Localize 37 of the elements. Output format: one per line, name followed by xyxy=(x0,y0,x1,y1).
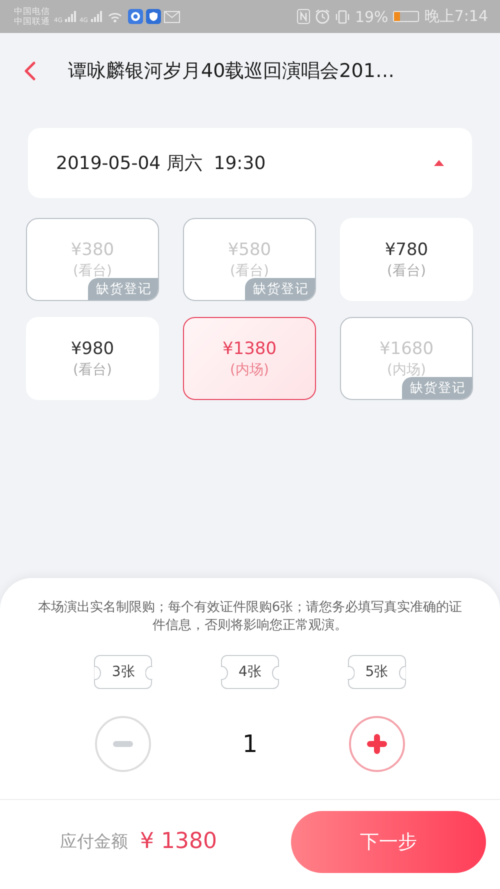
seat-area: (看台) xyxy=(73,262,112,280)
price-option[interactable]: ¥980 (看台) xyxy=(26,317,159,400)
seat-area: (内场) xyxy=(230,360,269,378)
app-icon xyxy=(128,9,143,24)
price: ¥580 xyxy=(228,240,272,260)
amount-value: ¥ 1380 xyxy=(140,829,217,854)
price: ¥1680 xyxy=(379,338,434,358)
seat-area: (看台) xyxy=(387,262,426,280)
plus-icon xyxy=(366,734,387,754)
nfc-icon xyxy=(296,9,310,24)
price: ¥380 xyxy=(70,240,114,260)
seat-area: (看台) xyxy=(230,262,269,280)
amount-label: 应付金额 xyxy=(60,831,128,853)
shield-icon xyxy=(146,9,161,24)
price: ¥1380 xyxy=(222,338,277,358)
price-option[interactable]: ¥780 (看台) xyxy=(340,218,473,301)
wifi-icon xyxy=(108,10,122,22)
signal-icon xyxy=(90,11,102,22)
minus-icon xyxy=(113,741,134,747)
mail-icon xyxy=(164,10,180,22)
seat-area: (内场) xyxy=(387,360,426,378)
quantity-value: 1 xyxy=(242,730,258,758)
vibrate-icon xyxy=(334,10,350,24)
sold-out-badge: 缺货登记 xyxy=(88,278,158,300)
seat-area: (看台) xyxy=(73,360,112,378)
sold-out-badge: 缺货登记 xyxy=(245,278,315,300)
price: ¥780 xyxy=(384,240,428,260)
notice-text: 本场演出实名制限购；每个有效证件限购6张；请您务必填写真实准确的证件信息，否则将影响您正常观演。 xyxy=(36,599,464,635)
back-icon[interactable] xyxy=(24,60,36,80)
sold-out-badge: 缺货登记 xyxy=(402,377,472,399)
event-title: 谭咏麟银河岁月40载巡回演唱会201… xyxy=(68,58,394,84)
battery-icon xyxy=(393,11,420,22)
price: ¥980 xyxy=(70,338,114,358)
signal-icon xyxy=(65,11,76,22)
alarm-icon xyxy=(314,9,330,24)
session-date: 2019-05-04 周六 19:30 xyxy=(56,152,266,175)
session-dropdown[interactable]: 2019-05-04 周六 19:30 xyxy=(28,128,472,198)
